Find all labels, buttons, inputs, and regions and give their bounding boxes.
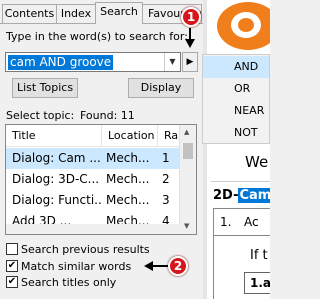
row-title: Add 3D ... (12, 214, 72, 224)
checkmark-icon: ✔ (7, 260, 17, 271)
column-header-title[interactable]: Title (6, 125, 102, 147)
found-count: Found: 11 (80, 109, 135, 122)
row-location: Mech... (106, 151, 150, 165)
match-similar-checkbox[interactable]: ✔ (6, 260, 18, 272)
table-row[interactable]: Dialog: Functi... Mech... 3 (6, 190, 181, 211)
tab-index-label: Index (60, 7, 92, 20)
play-arrow-icon: ▶ (186, 57, 194, 67)
topic-code-title: 2D-Cam (213, 188, 270, 203)
table-row[interactable]: Dialog: 3D-C... Mech... 2 (6, 169, 181, 190)
search-previous-label: Search previous results (21, 243, 150, 256)
substep-box: 1.a. (244, 272, 270, 294)
callout-badge-1: 1 (181, 7, 201, 27)
chevron-down-icon[interactable]: ▼ (164, 53, 180, 71)
row-rank: 3 (162, 193, 170, 207)
row-title: Dialog: Functi... (12, 193, 102, 207)
tab-search[interactable]: Search (95, 2, 143, 24)
search-titles-checkbox[interactable]: ✔ (6, 276, 18, 288)
topic-heading: We (245, 153, 269, 171)
substep-label: 1.a. (250, 276, 270, 290)
search-query-text: cam AND groove (8, 55, 114, 70)
callout-arrow-icon (185, 28, 195, 48)
step-table: 1. Ac (213, 208, 270, 236)
step-if-text: If t (250, 248, 268, 263)
row-title: Dialog: Cam ... (12, 151, 101, 165)
row-location: Mech... (106, 172, 150, 186)
table-row[interactable]: Add 3D ... Mech... 4 (6, 211, 181, 224)
operator-menu: AND OR NEAR NOT (202, 54, 270, 144)
horizontal-scrollbar[interactable] (6, 224, 181, 234)
scroll-up-icon[interactable]: ▲ (184, 128, 189, 136)
row-location: Mech... (106, 193, 150, 207)
search-titles-label: Search titles only (21, 276, 117, 289)
step-number: 1. (220, 215, 232, 229)
menu-item-not[interactable]: NOT (203, 122, 269, 144)
tab-search-label: Search (100, 5, 138, 18)
scroll-down-icon[interactable]: ▼ (184, 222, 189, 230)
row-rank: 4 (162, 214, 170, 224)
callout-arrow-icon (144, 261, 169, 271)
search-hit-highlight: Cam (238, 188, 270, 203)
tab-index[interactable]: Index (56, 4, 96, 23)
table-row[interactable]: Dialog: Cam ... Mech... 1 (6, 148, 181, 169)
row-location: Mech... (106, 214, 150, 224)
pane-splitter[interactable] (203, 0, 207, 299)
row-rank: 1 (162, 151, 170, 165)
menu-item-or[interactable]: OR (203, 78, 269, 100)
checkmark-icon: ✔ (7, 276, 17, 287)
results-list[interactable]: Title Location Rank Dialog: Cam ... Mech… (5, 124, 197, 235)
search-previous-checkbox[interactable] (6, 243, 18, 255)
menu-item-and[interactable]: AND (203, 56, 269, 78)
step-text: Ac (244, 215, 259, 229)
column-header-location[interactable]: Location (102, 125, 158, 147)
results-scrollbar[interactable]: ▲ ▼ (179, 125, 196, 234)
scrollbar-thumb[interactable] (183, 143, 193, 159)
search-input[interactable]: cam AND groove ▼ (5, 52, 181, 72)
topic-content-pane: We 2D-Cam 1. Ac If t 1.a. (203, 0, 270, 299)
topic-code-prefix: 2D- (213, 188, 239, 203)
tab-contents-label: Contents (4, 7, 55, 20)
select-topic-label: Select topic: (6, 109, 75, 122)
logo-icon (217, 2, 270, 50)
display-button[interactable]: Display (128, 78, 194, 98)
tab-contents[interactable]: Contents (2, 4, 57, 23)
callout-badge-2: 2 (168, 256, 188, 276)
row-rank: 2 (162, 172, 170, 186)
operator-menu-button[interactable]: ▶ (182, 52, 198, 72)
row-title: Dialog: 3D-C... (12, 172, 100, 186)
divider (211, 181, 270, 182)
search-prompt-label: Type in the word(s) to search for: (6, 30, 188, 43)
match-similar-label: Match similar words (21, 260, 132, 273)
menu-item-near[interactable]: NEAR (203, 100, 269, 122)
list-topics-button[interactable]: List Topics (12, 78, 78, 98)
search-panel: Contents Index Search Favourites Type in… (0, 0, 203, 299)
step-body: If t 1.a. (213, 236, 270, 299)
